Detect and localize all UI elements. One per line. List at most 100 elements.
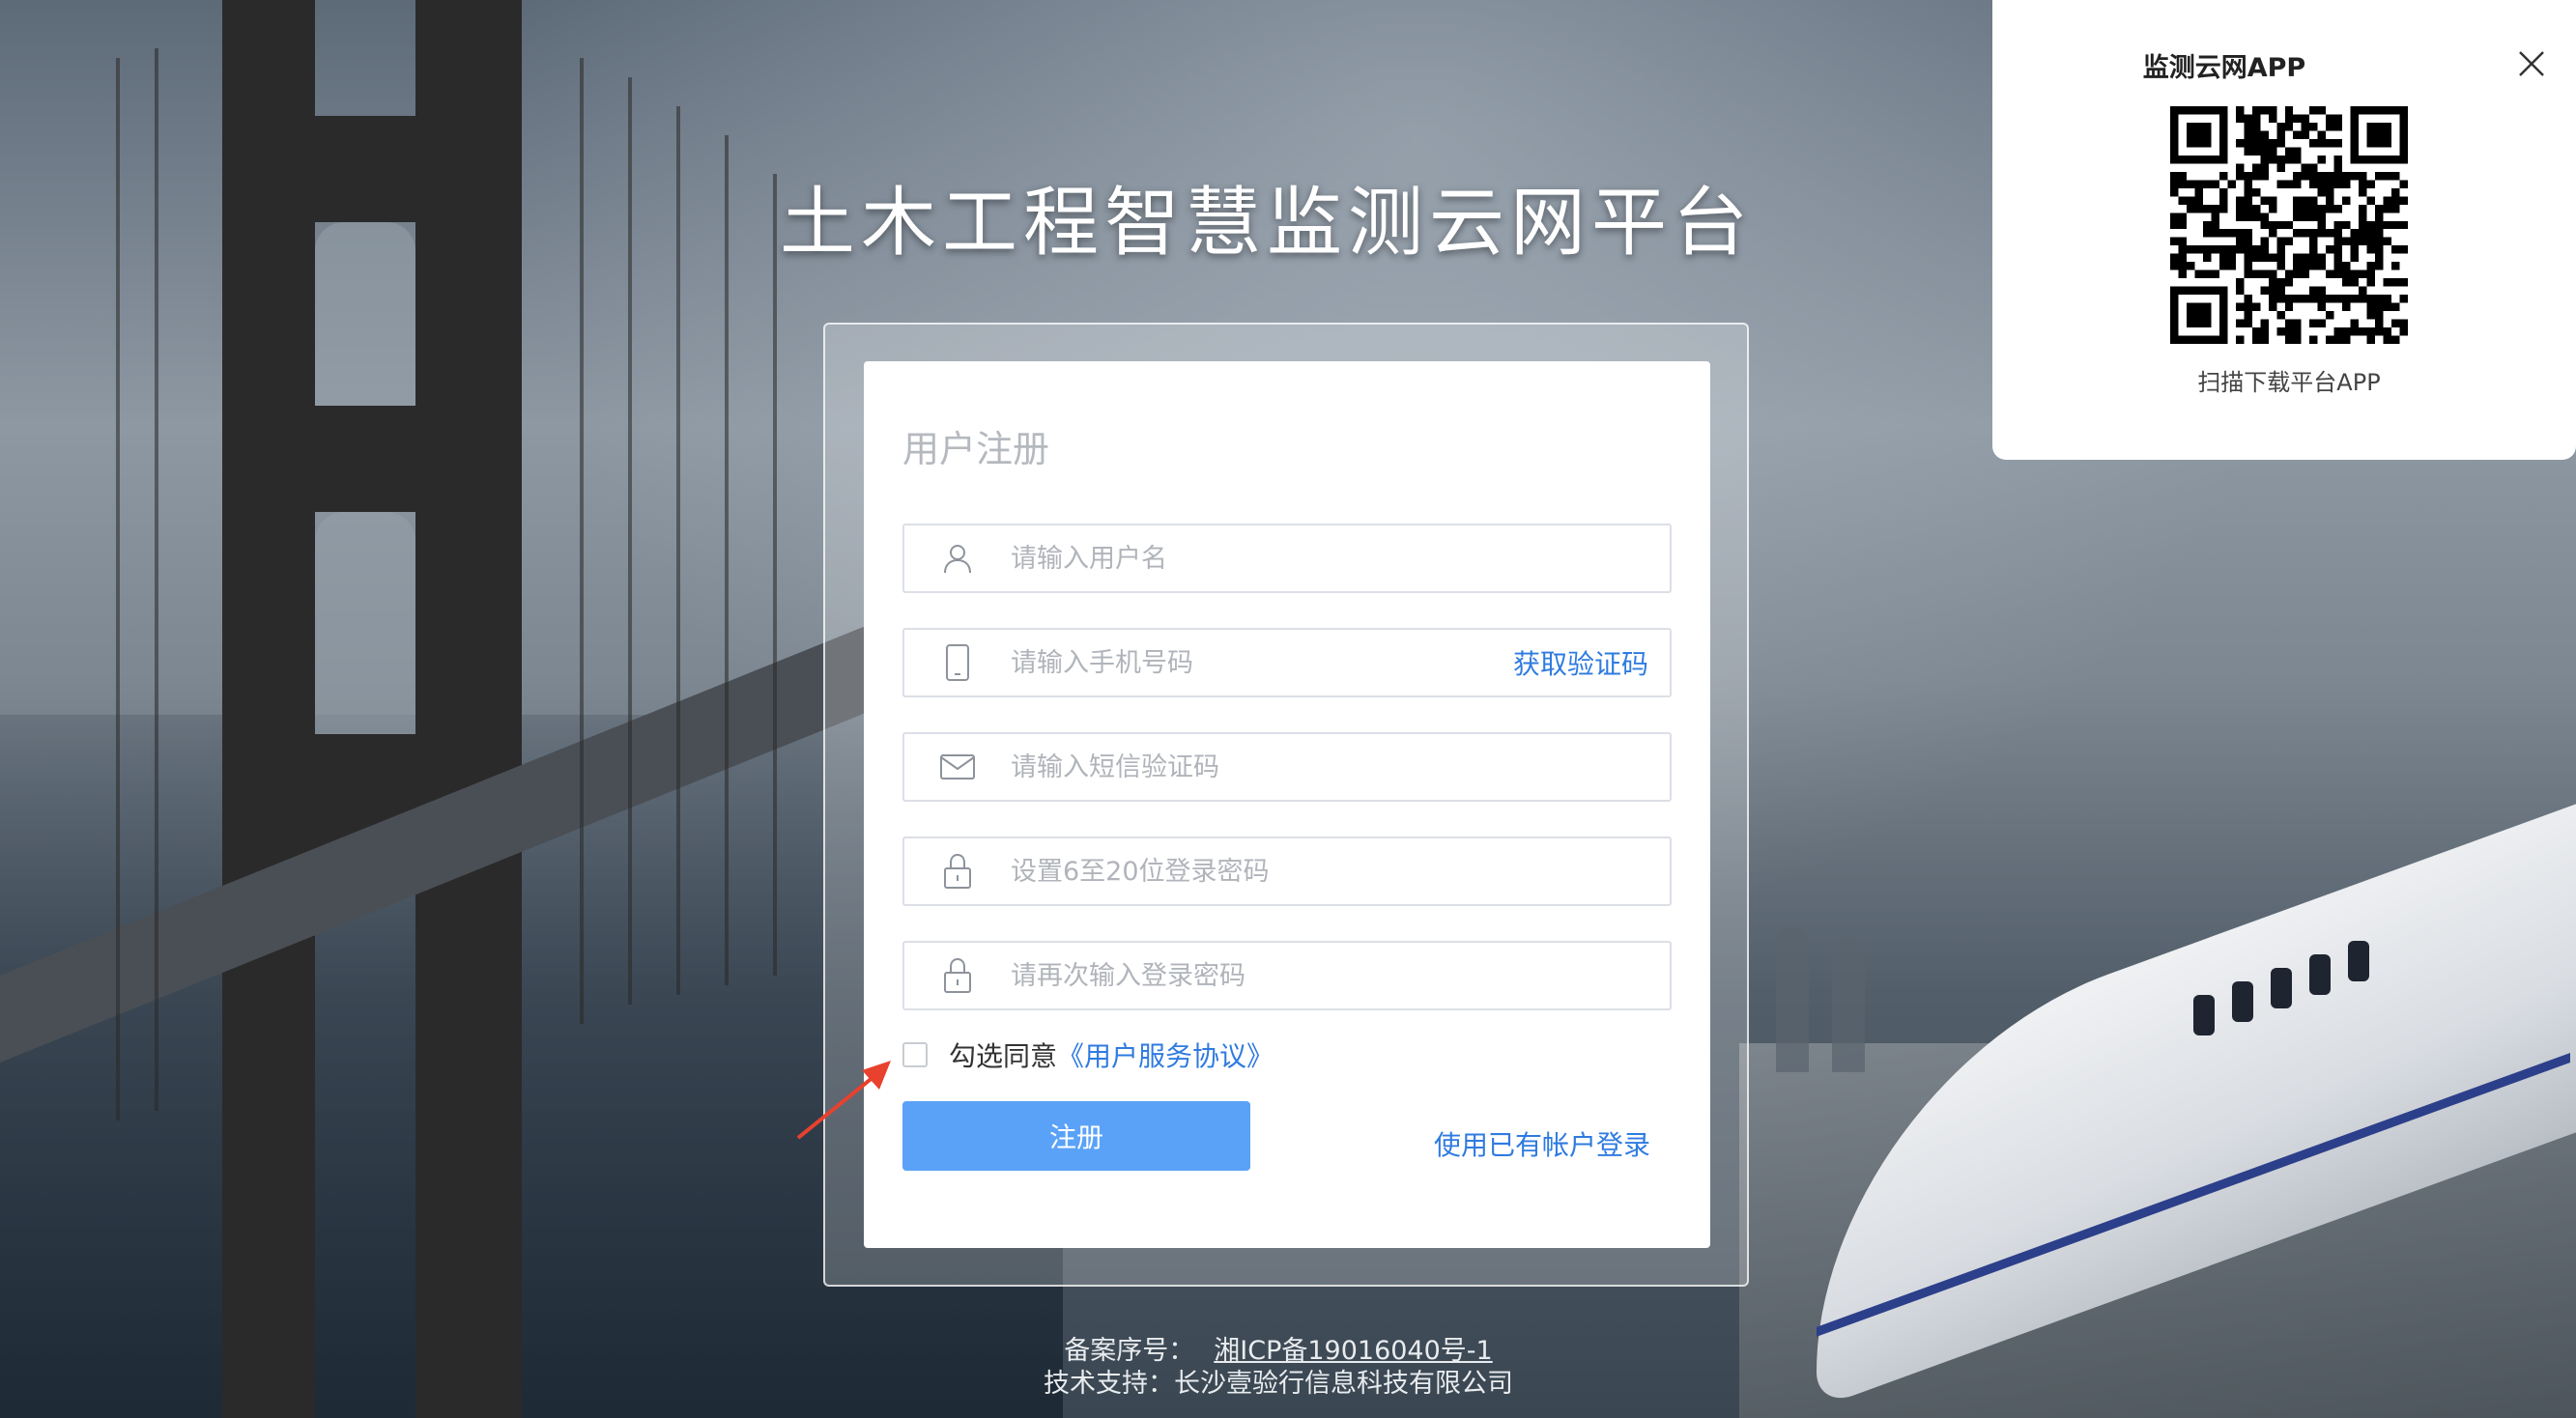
- sms-code-field[interactable]: [902, 732, 1672, 802]
- qr-module: [2186, 180, 2195, 188]
- login-existing-account-link[interactable]: 使用已有帐户登录: [1434, 1124, 1650, 1163]
- qr-module: [2326, 335, 2334, 344]
- qr-module: [2317, 229, 2327, 238]
- qr-module: [2268, 302, 2277, 312]
- qr-module: [2375, 302, 2384, 312]
- qr-module: [2309, 196, 2318, 205]
- qr-module: [2301, 122, 2310, 131]
- qr-module: [2268, 147, 2277, 156]
- qr-module: [2284, 319, 2294, 328]
- qr-module: [2202, 220, 2212, 230]
- qr-module: [2333, 180, 2343, 188]
- qr-module: [2268, 155, 2277, 164]
- password-input[interactable]: [1011, 856, 1670, 887]
- get-code-button[interactable]: 获取验证码: [1513, 643, 1670, 682]
- icp-number-link[interactable]: 湘ICP备19016040号-1: [1214, 1336, 1492, 1366]
- qr-module: [2383, 204, 2392, 213]
- qr-module: [2383, 302, 2392, 312]
- qr-module: [2227, 229, 2236, 238]
- confirm-password-field[interactable]: [902, 941, 1672, 1010]
- qr-module: [2375, 171, 2384, 181]
- qr-module: [2284, 220, 2294, 230]
- password-field[interactable]: [902, 837, 1672, 906]
- username-input[interactable]: [1011, 543, 1670, 574]
- qr-module: [2317, 155, 2327, 164]
- qr-module: [2260, 237, 2269, 246]
- qr-module: [2276, 245, 2285, 254]
- qr-module: [2244, 319, 2252, 328]
- qr-module: [2284, 147, 2294, 156]
- confirm-password-input[interactable]: [1011, 960, 1670, 991]
- qr-module: [2244, 147, 2252, 156]
- qr-module: [2326, 180, 2334, 188]
- qr-module: [2293, 180, 2302, 188]
- qr-module: [2391, 204, 2400, 213]
- qr-module: [2235, 319, 2245, 328]
- qr-module: [2178, 262, 2187, 270]
- phone-input[interactable]: [1011, 647, 1513, 678]
- close-icon[interactable]: [2516, 48, 2547, 79]
- qr-module: [2293, 319, 2302, 328]
- qr-module: [2293, 130, 2302, 139]
- qr-module: [2170, 262, 2179, 270]
- sms-code-input[interactable]: [1011, 752, 1670, 782]
- qr-module: [2284, 335, 2294, 344]
- qr-module: [2235, 196, 2245, 205]
- qr-module: [2309, 138, 2318, 148]
- mail-icon: [904, 734, 1011, 800]
- qr-module: [2178, 171, 2187, 181]
- qr-module: [2326, 245, 2334, 254]
- train-window: [2232, 981, 2253, 1022]
- qr-module: [2342, 196, 2351, 205]
- qr-module: [2251, 269, 2261, 279]
- agreement-link[interactable]: 《用户服务协议》: [1057, 1035, 1274, 1074]
- red-arrow-icon: [796, 1061, 891, 1140]
- qr-module: [2251, 245, 2261, 254]
- qr-module: [2342, 335, 2351, 344]
- qr-module: [2244, 229, 2252, 238]
- qr-module: [2293, 327, 2302, 336]
- qr-module: [2244, 237, 2252, 246]
- phone-field[interactable]: 获取验证码: [902, 628, 1672, 697]
- qr-module: [2375, 213, 2384, 221]
- qr-module: [2391, 262, 2400, 270]
- lock-icon: [904, 943, 1011, 1008]
- qr-module: [2333, 163, 2343, 172]
- qr-module: [2268, 295, 2277, 303]
- qr-module: [2309, 163, 2318, 172]
- qr-module: [2301, 114, 2310, 123]
- qr-module: [2317, 286, 2327, 296]
- qr-module: [2326, 171, 2334, 181]
- qr-module: [2366, 237, 2376, 246]
- qr-module: [2342, 302, 2351, 312]
- qr-module: [2317, 262, 2327, 270]
- qr-module: [2218, 253, 2228, 263]
- qr-module: [2391, 319, 2400, 328]
- qr-module: [2202, 180, 2212, 188]
- qr-module: [2366, 327, 2376, 336]
- qr-module: [2260, 253, 2269, 263]
- username-field[interactable]: [902, 524, 1672, 593]
- qr-module: [2359, 229, 2367, 238]
- qr-module: [2350, 245, 2360, 254]
- qr-module: [2268, 220, 2277, 230]
- qr-module: [2211, 245, 2219, 254]
- qr-module: [2244, 253, 2252, 263]
- train-window: [2348, 941, 2369, 981]
- qr-module: [2301, 262, 2310, 270]
- qr-module: [2326, 295, 2334, 303]
- agreement-checkbox[interactable]: [902, 1042, 928, 1067]
- qr-module: [2375, 229, 2384, 238]
- qr-module: [2218, 245, 2228, 254]
- qr-module: [2350, 253, 2360, 263]
- qr-module: [2317, 106, 2327, 115]
- register-button[interactable]: 注册: [902, 1101, 1250, 1171]
- qr-module: [2211, 213, 2219, 221]
- qr-module: [2178, 180, 2187, 188]
- qr-module: [2260, 319, 2269, 328]
- qr-module: [2333, 229, 2343, 238]
- qr-module: [2366, 180, 2376, 188]
- qr-module: [2309, 253, 2318, 263]
- qr-module: [2178, 213, 2187, 221]
- user-icon: [904, 525, 1011, 591]
